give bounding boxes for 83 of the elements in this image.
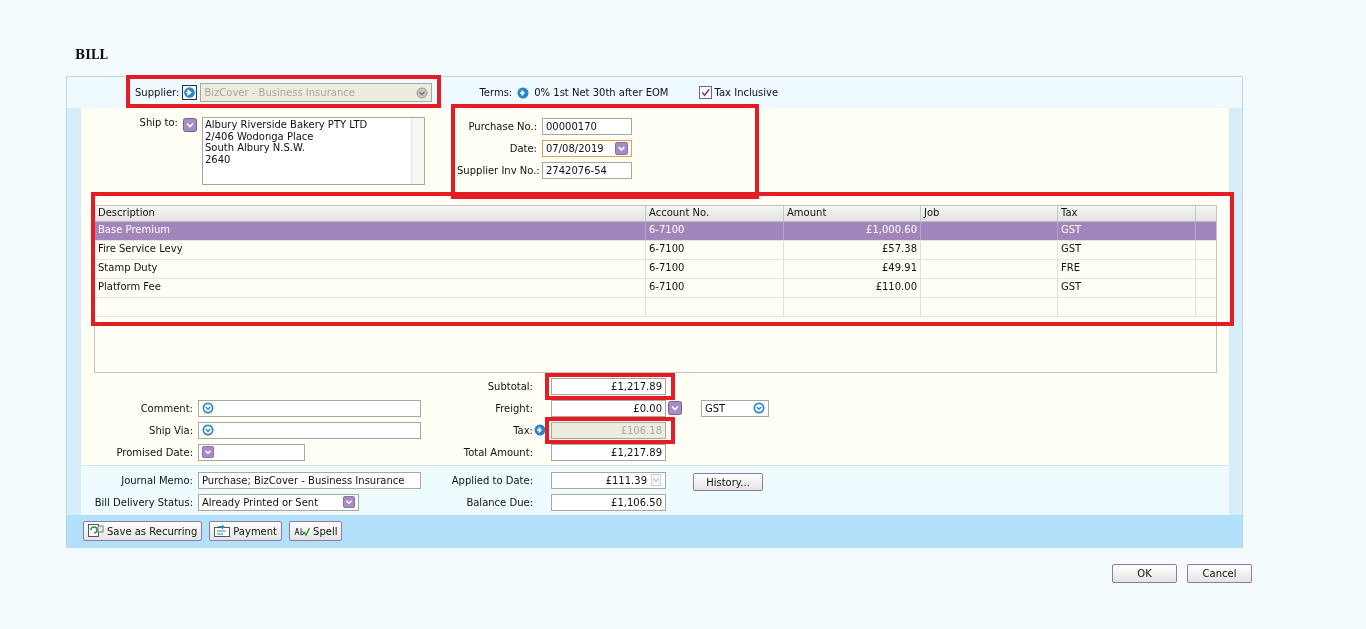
terms-value: 0% 1st Net 30th after EOM [534,87,669,98]
spell-check-icon [294,524,311,538]
dropdown-icon [343,496,355,508]
toolbar-button[interactable]: Spell [289,521,343,541]
dropdown-icon [650,474,662,486]
field-label: Supplier: [135,87,180,98]
address-line: 2640 [205,153,232,165]
field-label: Date: [508,142,537,154]
field-label: Comment: [139,402,193,414]
toolbar-button[interactable]: Payment [209,521,283,541]
input-field[interactable]: Already Printed or Sent [198,493,359,511]
column-header[interactable]: Job [921,206,1058,221]
amount-field[interactable]: £1,217.89 [551,377,666,395]
window-title: BILL [75,48,109,64]
arrow-right-icon[interactable] [182,85,198,100]
table-cell: 6-7100 [646,260,784,278]
table-cell: 6-7100 [646,241,784,259]
dropdown-icon [202,402,214,414]
input-field[interactable]: 07/08/2019 [542,139,632,157]
table-cell: £1,000.60 [784,222,921,240]
input-field[interactable] [198,421,421,439]
table-cell: £49.91 [784,260,921,278]
dropdown-icon [202,446,214,458]
dropdown-icon [753,402,765,414]
table-cell: Stamp Duty [95,260,646,278]
field-label: Promised Date: [115,446,193,458]
column-header[interactable]: Tax [1058,206,1196,221]
amount-field[interactable]: £111.39 [551,471,666,489]
table-cell: GST [1058,241,1196,259]
table-cell: Platform Fee [95,279,646,297]
table-row[interactable]: Platform Fee 6-7100 £110.00 GST [95,279,1216,298]
dropdown-icon[interactable] [183,118,197,132]
column-header[interactable]: Description [95,206,646,221]
field-label: Subtotal: [486,380,533,392]
input-field[interactable]: 2742076-54 [542,161,632,179]
column-header[interactable]: Account No. [646,206,784,221]
field-label: Freight: [494,402,533,414]
field-label: Applied to Date: [450,474,533,486]
input-field[interactable]: 00000170 [542,117,632,135]
field-label: Terms: [479,87,513,98]
input-field[interactable] [198,399,421,417]
table-row[interactable]: Stamp Duty 6-7100 £49.91 FRE [95,260,1216,279]
scrollbar[interactable] [411,118,424,184]
toolbar-button[interactable]: Save as Recurring [83,521,203,541]
checkbox-label: Tax Inclusive [714,87,779,98]
dialog-button[interactable]: Cancel [1187,564,1252,583]
input-field[interactable] [198,443,305,461]
table-row[interactable]: Fire Service Levy 6-7100 £57.38 GST [95,241,1216,260]
table-cell: FRE [1058,260,1196,278]
field-label: Supplier Inv No.: [457,164,537,176]
input-field[interactable]: Purchase; BizCover - Business Insurance [198,471,421,489]
dropdown-icon [416,86,429,99]
table-cell: £57.38 [784,241,921,259]
checkbox[interactable] [698,86,712,99]
address-line: 2/406 Wodonga Place [205,130,315,142]
table-cell: 6-7100 [646,279,784,297]
field-label: Bill Delivery Status: [93,496,193,508]
table-cell: GST [1058,279,1196,297]
amount-field[interactable]: £1,106.50 [551,493,666,511]
dropdown-icon [615,141,628,155]
field-label: Purchase No.: [467,120,537,132]
dropdown-icon[interactable] [668,401,682,415]
field-label: Ship to: [138,117,178,128]
dropdown-icon [202,424,214,436]
table-cell: 6-7100 [646,222,784,240]
history-button[interactable]: History... [693,473,763,491]
field-label: Ship Via: [148,424,193,436]
address-field[interactable]: Albury Riverside Bakery PTY LTD 2/406 Wodonga Place South Albury N.S.W. 2640 [202,117,425,185]
table-cell: Base Premium [95,222,646,240]
table-cell: GST [1058,222,1196,240]
table-cell: Fire Service Levy [95,241,646,259]
dialog-button[interactable]: OK [1112,564,1177,583]
payment-icon [214,524,231,538]
tax-code-field[interactable]: GST [701,399,769,417]
recurring-icon [88,524,104,538]
field-label: Balance Due: [465,496,533,508]
field-label: Total Amount: [462,446,533,458]
address-line: South Albury N.S.W. [205,142,306,154]
field-label: Tax: [512,424,533,436]
table-cell: £110.00 [784,279,921,297]
field-label: Journal Memo: [119,474,193,486]
address-line: Albury Riverside Bakery PTY LTD [205,119,369,131]
column-header[interactable]: Amount [784,206,921,221]
